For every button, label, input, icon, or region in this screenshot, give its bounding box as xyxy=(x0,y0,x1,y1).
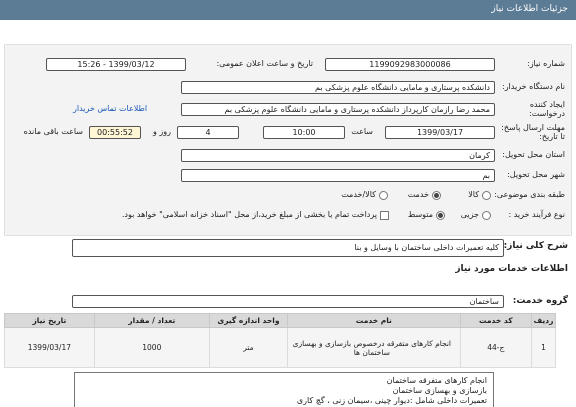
category-option-goods-service: کالا/خدمت xyxy=(341,190,376,199)
treasury-note: پرداخت تمام یا بخشی از مبلغ خرید،از محل … xyxy=(121,210,377,219)
row-city: شهر محل تحویل: بم xyxy=(3,169,571,183)
need-number-label: شماره نیاز: xyxy=(527,59,565,68)
remaining-label: ساعت باقی مانده xyxy=(23,127,83,136)
city-label: شهر محل تحویل: xyxy=(507,170,565,179)
creator-field[interactable]: محمد رضا رازمان کارپرداز دانشکده پرستاری… xyxy=(181,103,495,116)
summary-label: شرح کلی نیاز: xyxy=(503,241,568,251)
deadline-date-field[interactable]: 1399/03/17 xyxy=(385,126,495,139)
city-field[interactable]: بم xyxy=(181,169,495,182)
cell-unit: متر xyxy=(208,327,289,368)
page-title: جزئیات اطلاعات نیاز xyxy=(491,4,568,14)
announce-date-label: تاریخ و ساعت اعلان عمومی: xyxy=(216,59,313,68)
row-process: نوع فرآیند خرید : جزیی متوسط پرداخت تمام… xyxy=(3,209,571,223)
service-group-label: گروه خدمت: xyxy=(512,296,568,306)
deadline-label: مهلت ارسال پاسخ: تا تاریخ: xyxy=(501,123,565,141)
buyer-label: نام دستگاه خریدار: xyxy=(502,82,565,91)
process-option-medium: متوسط xyxy=(407,210,433,219)
days-label: روز و xyxy=(153,127,171,136)
cell-service-code: ج-44 xyxy=(459,327,532,368)
category-label: طبقه بندی موضوعی: xyxy=(494,190,565,199)
row-category: طبقه بندی موضوعی: کالا خدمت کالا/خدمت xyxy=(3,189,571,203)
announce-date-field[interactable]: 1399/03/12 - 15:26 xyxy=(46,58,186,71)
col-unit: واحد اندازه گیری xyxy=(208,313,289,328)
process-radio-medium[interactable] xyxy=(436,211,445,220)
deadline-time-field[interactable]: 10:00 xyxy=(263,126,345,139)
process-label: نوع فرآیند خرید : xyxy=(508,210,565,219)
category-option-service: خدمت xyxy=(407,190,429,199)
page-header: جزئیات اطلاعات نیاز xyxy=(0,0,576,20)
category-option-goods: کالا xyxy=(468,190,479,199)
row-creator: ایجاد کننده درخواست: محمد رضا رازمان کار… xyxy=(3,100,571,120)
need-number-field[interactable]: 1199092983000086 xyxy=(325,58,495,71)
note-line: بازسازی و بهسازی ساختمان xyxy=(392,386,487,395)
category-radio-service[interactable] xyxy=(432,191,441,200)
province-field[interactable]: کرمان xyxy=(181,149,495,162)
services-heading: اطلاعات خدمات مورد نیاز xyxy=(455,264,568,274)
col-need-date: تاریخ نیاز xyxy=(4,313,95,328)
cell-quantity: 1000 xyxy=(93,327,210,368)
note-line: تعمیرات داخلی شامل :دیوار چینی ،سیمان زن… xyxy=(296,396,487,405)
row-need-number: شماره نیاز: 1199092983000086 تاریخ و ساع… xyxy=(3,58,571,72)
province-label: استان محل تحویل: xyxy=(502,150,565,159)
deadline-time-label: ساعت xyxy=(351,127,373,136)
days-field[interactable]: 4 xyxy=(177,126,239,139)
need-details-panel: شماره نیاز: 1199092983000086 تاریخ و ساع… xyxy=(4,44,572,236)
note-line: انجام کارهای متفرقه ساختمان xyxy=(386,376,487,385)
col-row-number: ردیف xyxy=(530,313,557,328)
creator-label: ایجاد کننده درخواست: xyxy=(529,100,565,118)
row-deadline: مهلت ارسال پاسخ: تا تاریخ: 1399/03/17 سا… xyxy=(3,123,571,143)
cell-need-date: 1399/03/17 xyxy=(4,327,95,368)
process-radio-minor[interactable] xyxy=(482,211,491,220)
buyer-notes-box[interactable]: انجام کارهای متفرقه ساختمان بازسازی و به… xyxy=(74,372,494,407)
cell-row-number: 1 xyxy=(530,327,557,368)
col-service-code: کد خدمت xyxy=(459,313,532,328)
row-buyer: نام دستگاه خریدار: دانشکده پرستاری و مام… xyxy=(3,81,571,95)
table-header-row: ردیف کد خدمت نام خدمت واحد اندازه گیری ت… xyxy=(4,313,557,328)
col-service-name: نام خدمت xyxy=(287,313,461,328)
buyer-field[interactable]: دانشکده پرستاری و مامایی دانشگاه علوم پز… xyxy=(181,81,495,94)
treasury-checkbox[interactable] xyxy=(380,211,389,220)
row-province: استان محل تحویل: کرمان xyxy=(3,149,571,163)
remaining-time-field: 00:55:52 xyxy=(89,126,141,139)
table-row[interactable]: 1 ج-44 انجام کارهای متفرقه درخصوص بازساز… xyxy=(4,327,557,368)
col-quantity: تعداد / مقدار xyxy=(93,313,210,328)
summary-field[interactable]: کلیه تعمیرات داخلی ساختمان با وسایل و بن… xyxy=(72,239,504,257)
buyer-contact-link[interactable]: اطلاعات تماس خریدار xyxy=(73,104,147,113)
service-group-field[interactable]: ساختمان xyxy=(72,295,504,308)
services-table: ردیف کد خدمت نام خدمت واحد اندازه گیری ت… xyxy=(4,313,557,368)
process-option-minor: جزیی xyxy=(460,210,479,219)
category-radio-goods[interactable] xyxy=(482,191,491,200)
category-radio-goods-service[interactable] xyxy=(379,191,388,200)
cell-service-name: انجام کارهای متفرقه درخصوص بازسازی و بهس… xyxy=(287,327,461,368)
